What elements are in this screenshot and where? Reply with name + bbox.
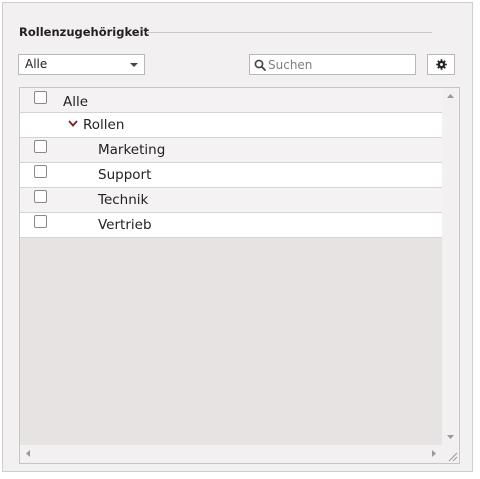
- resize-grip[interactable]: [442, 445, 459, 463]
- tree-item-label: Vertrieb: [98, 217, 152, 233]
- select-all-checkbox[interactable]: [34, 91, 47, 104]
- chevron-down-icon: [130, 63, 138, 67]
- item-checkbox[interactable]: [34, 190, 47, 203]
- tree-group-label: Rollen: [83, 117, 125, 133]
- filter-select[interactable]: Alle: [18, 54, 145, 75]
- title-divider: [146, 32, 432, 33]
- role-tree: Alle Rollen Marketing Support Technik Ve…: [19, 87, 460, 464]
- tree-item-row[interactable]: Marketing: [20, 138, 442, 163]
- scroll-left-icon[interactable]: [23, 445, 33, 463]
- horizontal-scrollbar[interactable]: [20, 445, 442, 463]
- vertical-scrollbar[interactable]: [442, 88, 459, 445]
- panel-title: Rollenzugehörigkeit: [19, 25, 150, 39]
- tree-header-row[interactable]: Alle: [20, 88, 442, 113]
- search-icon: [254, 59, 266, 71]
- resize-grip-icon: [448, 452, 458, 462]
- filter-select-value: Alle: [25, 57, 48, 71]
- tree-item-label: Technik: [98, 192, 149, 208]
- scroll-up-icon[interactable]: [442, 91, 459, 101]
- tree-item-label: Support: [98, 167, 152, 183]
- settings-button[interactable]: [427, 54, 455, 75]
- tree-item-row[interactable]: Technik: [20, 188, 442, 213]
- tree-item-row[interactable]: Vertrieb: [20, 213, 442, 238]
- item-checkbox[interactable]: [34, 165, 47, 178]
- scroll-down-icon[interactable]: [442, 432, 459, 442]
- item-checkbox[interactable]: [34, 140, 47, 153]
- role-membership-panel: Rollenzugehörigkeit Alle Suchen Alle Rol…: [2, 2, 473, 472]
- tree-item-row[interactable]: Support: [20, 163, 442, 188]
- gear-icon: [436, 59, 447, 70]
- tree-item-label: Marketing: [98, 142, 166, 158]
- scroll-right-icon[interactable]: [429, 445, 439, 463]
- search-input[interactable]: [268, 56, 411, 73]
- chevron-down-icon[interactable]: [68, 120, 78, 127]
- search-field[interactable]: [249, 54, 416, 75]
- item-checkbox[interactable]: [34, 215, 47, 228]
- tree-header-label: Alle: [63, 94, 89, 110]
- tree-group-row[interactable]: Rollen: [20, 113, 442, 138]
